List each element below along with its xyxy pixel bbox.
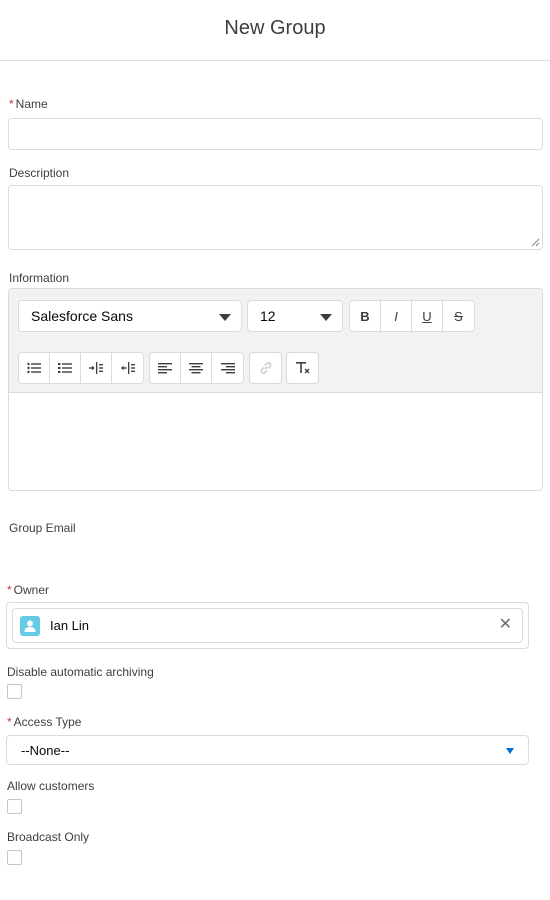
access-type-select[interactable]: --None-- (6, 735, 529, 765)
insert-link-button[interactable] (250, 353, 281, 383)
owner-lookup: Ian Lin ✕ (6, 602, 529, 649)
chevron-down-icon (320, 314, 332, 321)
clear-formatting-button[interactable] (287, 353, 318, 383)
outdent-button[interactable] (112, 353, 143, 383)
link-icon (260, 362, 271, 374)
disable-archiving-checkbox[interactable] (7, 684, 22, 699)
resize-handle-icon[interactable] (531, 238, 540, 247)
disable-archiving-label: Disable automatic archiving (7, 665, 154, 679)
outdent-icon (120, 362, 135, 374)
required-marker: * (9, 97, 14, 111)
rte-content-area[interactable] (9, 394, 542, 490)
align-center-button[interactable] (181, 353, 212, 383)
font-family-select[interactable]: Salesforce Sans (18, 300, 242, 332)
owner-label: * Owner (7, 583, 50, 597)
link-group (249, 352, 282, 384)
description-textarea[interactable] (8, 185, 543, 250)
clear-format-group (286, 352, 319, 384)
allow-customers-label: Allow customers (7, 779, 95, 793)
text-format-group: B I U S (349, 300, 475, 332)
alignment-group (149, 352, 244, 384)
information-label: Information (9, 271, 70, 285)
page-title: New Group (224, 17, 326, 39)
group-email-label: Group Email (9, 521, 76, 535)
broadcast-only-label: Broadcast Only (7, 830, 90, 844)
name-input[interactable] (8, 118, 543, 150)
align-center-icon (189, 363, 203, 374)
indent-button[interactable] (81, 353, 112, 383)
numbered-list-button[interactable] (50, 353, 81, 383)
close-icon[interactable]: ✕ (499, 616, 512, 634)
align-right-button[interactable] (212, 353, 243, 383)
user-icon (20, 616, 40, 636)
underline-button[interactable]: U (412, 301, 443, 331)
font-size-select[interactable]: 12 (247, 300, 343, 332)
description-label: Description (9, 166, 70, 180)
align-left-icon (158, 363, 172, 374)
required-marker: * (7, 583, 12, 597)
modal-header: New Group (0, 0, 550, 61)
italic-button[interactable]: I (381, 301, 412, 331)
allow-customers-checkbox[interactable] (7, 799, 22, 814)
chevron-down-icon (506, 748, 514, 754)
broadcast-only-checkbox[interactable] (7, 850, 22, 865)
required-marker: * (7, 715, 12, 729)
chevron-down-icon (219, 314, 231, 321)
clear-formatting-icon (295, 362, 309, 374)
indent-icon (89, 362, 103, 374)
bullet-list-button[interactable] (19, 353, 50, 383)
owner-name: Ian Lin (50, 618, 90, 633)
strikethrough-button[interactable]: S (443, 301, 474, 331)
bullet-list-icon (27, 362, 41, 374)
rich-text-editor: Salesforce Sans 12 B I U S (8, 288, 543, 491)
access-type-label: * Access Type (7, 715, 82, 729)
align-right-icon (220, 363, 235, 374)
rte-toolbar: Salesforce Sans 12 B I U S (9, 289, 542, 393)
numbered-list-icon (58, 363, 72, 373)
bold-button[interactable]: B (350, 301, 381, 331)
name-label: * Name (9, 97, 48, 111)
list-format-group (18, 352, 144, 384)
align-left-button[interactable] (150, 353, 181, 383)
owner-selected-pill[interactable]: Ian Lin ✕ (12, 608, 523, 643)
